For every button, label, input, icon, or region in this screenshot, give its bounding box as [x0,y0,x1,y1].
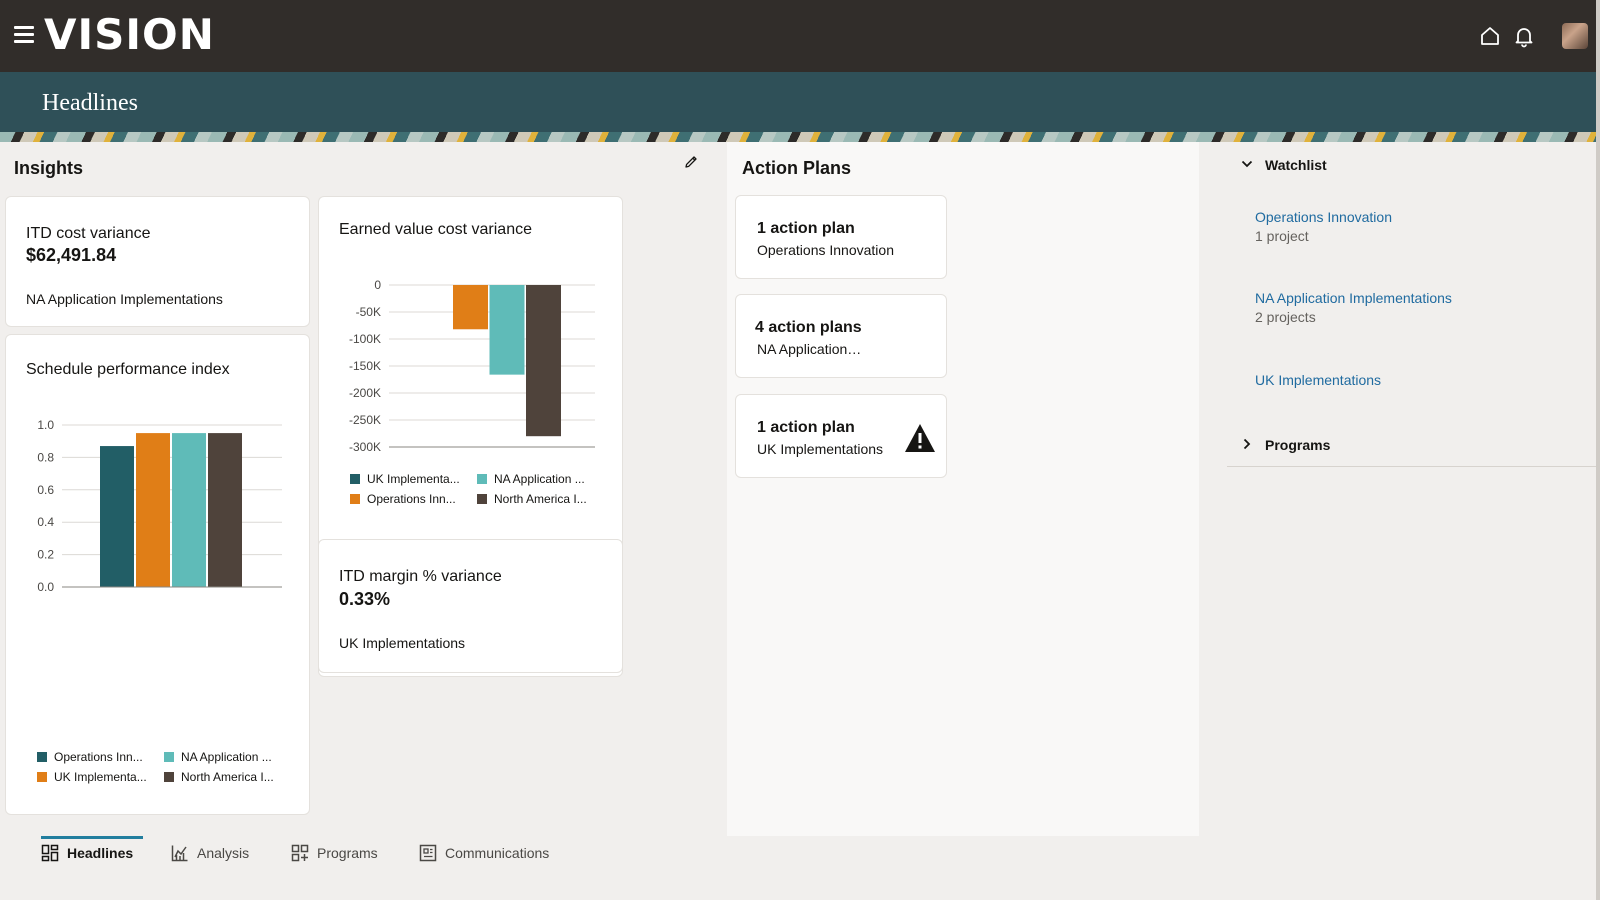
divider [1227,466,1600,467]
card-value: $62,491.84 [26,245,117,265]
legend-item: NA Application ... [477,472,585,486]
y-tick-label: -100K [349,332,381,346]
y-tick-label: 1.0 [37,418,54,432]
legend-item: North America I... [164,770,274,784]
bar[interactable] [489,285,525,375]
y-tick-label: -250K [349,413,381,427]
bar[interactable] [208,433,242,587]
card-title: Earned value cost variance [339,221,532,238]
action-plan-count: 1 action plan [757,220,855,237]
card-subtitle: NA Application Implementations [26,291,223,307]
programs-grid-icon [291,844,309,862]
action-plan-count: 4 action plans [755,319,862,336]
warning-icon [905,424,935,452]
legend-item: UK Implementa... [350,472,460,486]
watchlist-link-operations-innovation[interactable]: Operations Innovation [1255,209,1392,225]
y-tick-label: 0.6 [37,483,54,497]
action-plan-card-uk-implementations[interactable]: 1 action plan UK Implementations [735,394,947,478]
app-logo[interactable]: VISION [44,10,215,59]
watchlist-project-count: 2 projects [1255,309,1316,325]
notifications-bell-icon[interactable] [1512,24,1536,48]
global-header: VISION [0,0,1600,72]
bar[interactable] [100,446,134,587]
card-title: ITD margin % variance [339,568,502,585]
spi-bar-chart: 1.0 0.8 0.6 0.4 0.2 0.0 [37,418,282,594]
spi-legend: Operations Inn... NA Application ... UK … [37,750,307,790]
action-plans-title: Action Plans [742,158,852,178]
page-scrollbar[interactable] [1596,0,1600,900]
itd-cost-variance-card[interactable]: ITD cost variance $62,491.84 NA Applicat… [5,196,310,327]
action-plans-panel: Action Plans 1 action plan Operations In… [727,142,1199,836]
chevron-down-icon[interactable] [1241,158,1253,170]
legend-swatch [477,474,487,484]
action-plan-count: 1 action plan [757,419,855,436]
watchlist-header[interactable]: Watchlist [1265,157,1327,173]
user-avatar[interactable] [1562,23,1588,49]
legend-item: UK Implementa... [37,770,147,784]
evcv-legend: UK Implementa... NA Application ... Oper… [350,472,620,512]
insights-panel: Insights ITD cost variance $62,491.84 NA… [0,142,727,836]
itd-margin-variance-card[interactable]: ITD margin % variance 0.33% UK Implement… [318,539,623,673]
legend-swatch [477,494,487,504]
insights-title: Insights [14,158,84,178]
tab-analysis[interactable]: Analysis [171,836,249,870]
action-plan-name: Operations Innovation [757,242,894,258]
edit-pencil-icon[interactable] [683,154,699,170]
action-plan-name: UK Implementations [757,441,884,457]
schedule-performance-index-card[interactable]: Schedule performance index 1.0 0.8 0.6 0.4 0… [5,334,310,815]
legend-swatch [37,752,47,762]
y-tick-label: -150K [349,359,381,373]
tab-communications[interactable]: Communications [419,836,549,870]
page-title: Headlines [42,90,138,116]
legend-item: NA Application ... [164,750,272,764]
legend-swatch [350,494,360,504]
y-tick-label: -50K [356,305,381,319]
watchlist-link-uk-implementations[interactable]: UK Implementations [1255,372,1381,388]
programs-header[interactable]: Programs [1265,437,1330,453]
legend-swatch [164,772,174,782]
home-icon[interactable] [1478,24,1502,48]
bar[interactable] [136,433,170,587]
page-banner: Headlines [0,72,1600,142]
action-plan-name: NA Application… [757,341,862,357]
y-tick-label: 0.2 [37,548,54,562]
y-tick-label: 0.8 [37,450,54,464]
legend-swatch [37,772,47,782]
tab-headlines[interactable]: Headlines [41,836,144,870]
action-plan-card-operations-innovation[interactable]: 1 action plan Operations Innovation [735,195,947,279]
bottom-tab-bar: Headlines Analysis Programs Communicatio… [0,836,1600,900]
legend-item: Operations Inn... [37,750,143,764]
card-title: Schedule performance index [26,361,230,378]
watchlist-link-na-application-implementations[interactable]: NA Application Implementations [1255,290,1452,306]
bar[interactable] [172,433,206,587]
analysis-chart-icon [171,845,188,862]
evcv-bar-chart: 0 -50K -100K -150K -200K -250K -300K [349,278,595,454]
tab-programs[interactable]: Programs [291,836,378,870]
legend-item: North America I... [477,492,587,506]
bar[interactable] [453,285,488,330]
y-tick-label: -300K [349,440,381,454]
legend-item: Operations Inn... [350,492,456,506]
banner-decoration [0,132,1600,142]
card-subtitle: UK Implementations [339,635,466,651]
y-tick-label: 0.0 [37,580,54,594]
action-plan-card-na-application[interactable]: 4 action plans NA Application… [735,294,947,378]
bar[interactable] [526,285,561,437]
headlines-dashboard-icon [41,844,59,862]
menu-icon[interactable] [14,26,34,44]
card-value: 0.33% [339,589,391,609]
y-tick-label: 0 [374,278,381,292]
y-tick-label: 0.4 [37,515,54,529]
y-tick-label: -200K [349,386,381,400]
legend-swatch [350,474,360,484]
watchlist-project-count: 1 project [1255,228,1309,244]
card-title: ITD cost variance [26,225,151,242]
watchlist-panel: Watchlist Operations Innovation 1 projec… [1199,142,1600,836]
chevron-right-icon[interactable] [1241,438,1253,450]
legend-swatch [164,752,174,762]
communications-icon [419,844,437,862]
